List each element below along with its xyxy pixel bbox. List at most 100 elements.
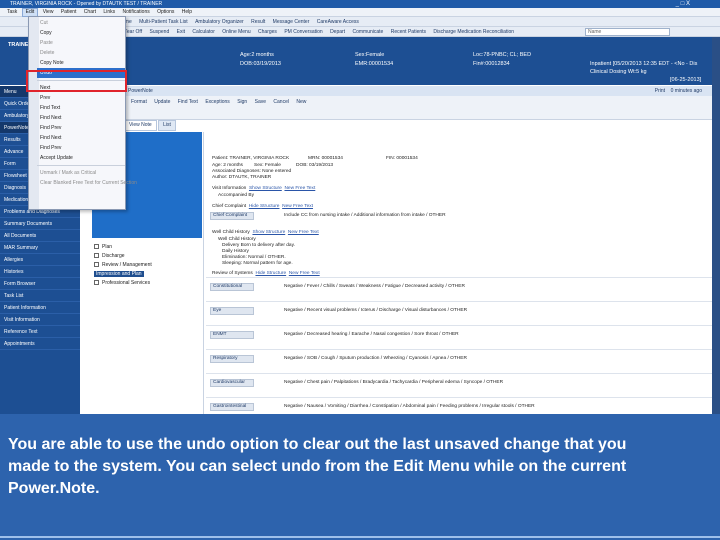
ros-label-field[interactable]: Gastrointestinal [210, 403, 254, 411]
nav-item-task-list[interactable]: Task List [0, 290, 80, 302]
menu-options[interactable]: Options [154, 8, 177, 17]
toolbar-med-rec[interactable]: Discharge Medication Reconciliation [430, 27, 517, 37]
minimize-button[interactable]: _ [676, 1, 679, 7]
ros-label-field[interactable]: ENMT [210, 331, 254, 339]
nav-item-reference-text[interactable]: Reference Text [0, 326, 80, 338]
template-label: Review / Management [102, 262, 152, 268]
format-button[interactable]: Format [128, 96, 150, 108]
toolbar-result[interactable]: Result [248, 17, 268, 27]
new-free-text-link[interactable]: New Free Text [289, 271, 320, 276]
template-discharge[interactable]: Discharge [94, 253, 125, 259]
toolbar-message-center[interactable]: Message Center [270, 17, 313, 27]
close-button[interactable]: X [686, 1, 690, 7]
ros-row[interactable]: Respiratory Negative / SOB / Cough / Spu… [206, 349, 712, 368]
window-controls[interactable]: _ □ X [676, 0, 690, 8]
menu-item-mark-critical[interactable]: Unmark / Mark as Critical [37, 168, 125, 178]
nav-item-allergies[interactable]: Allergies [0, 254, 80, 266]
nav-item-visit-information[interactable]: Visit Information [0, 314, 80, 326]
toolbar-suspend[interactable]: Suspend [146, 27, 172, 37]
toolbar-depart[interactable]: Depart [327, 27, 348, 37]
template-checkbox[interactable] [94, 244, 99, 250]
menu-item-cut[interactable]: Cut [37, 18, 125, 28]
menu-item-paste[interactable]: Paste [37, 38, 125, 48]
ros-label-field[interactable]: Cardiovascular [210, 379, 254, 387]
menu-item-copy[interactable]: Copy [37, 28, 125, 38]
menu-item-prev[interactable]: Prev [37, 93, 125, 103]
ros-row[interactable]: Eye Negative / Recent visual problems / … [206, 301, 712, 320]
ros-label-field[interactable]: Respiratory [210, 355, 254, 363]
toolbar-communicate[interactable]: Communicate [349, 27, 386, 37]
sign-button[interactable]: Sign [234, 96, 250, 108]
new-free-text-link[interactable]: New Free Text [288, 230, 319, 235]
menu-item-find-next[interactable]: Find Next [37, 113, 125, 123]
window-title-bar: TRAINER, VIRGINIA ROCK - Opened by DTAUT… [0, 0, 720, 8]
menu-item-delete[interactable]: Delete [37, 48, 125, 58]
menu-help[interactable]: Help [179, 8, 195, 17]
cancel-button[interactable]: Cancel [270, 96, 292, 108]
nav-item-mar-summary[interactable]: MAR Summary [0, 242, 80, 254]
note-patient: Patient: TRAINER, VIRGINIA ROCK [212, 156, 290, 161]
toolbar-recent-patients[interactable]: Recent Patients [388, 27, 429, 37]
caption-line-3: Power.Note. [8, 480, 100, 497]
template-review[interactable]: Review / Management [94, 262, 152, 268]
ros-row[interactable]: Gastrointestinal Negative / Nausea / Vom… [206, 397, 712, 414]
ros-label-field[interactable]: Constitutional [210, 283, 254, 291]
hide-structure-link[interactable]: Hide Structure [249, 204, 280, 209]
hide-structure-link[interactable]: Hide Structure [255, 271, 286, 276]
menu-item-find-prev-2[interactable]: Find Prev [37, 143, 125, 153]
patient-search-input[interactable]: Name [585, 28, 670, 36]
ros-row[interactable]: Constitutional Negative / Fever / Chills… [206, 277, 712, 296]
template-professional[interactable]: Professional Services [94, 280, 150, 286]
new-free-text-link[interactable]: New Free Text [284, 186, 315, 191]
show-structure-link[interactable]: Show Structure [252, 230, 285, 235]
update-button[interactable]: Update [151, 96, 173, 108]
vertical-scrollbar[interactable] [712, 37, 720, 414]
nav-item-histories[interactable]: Histories [0, 266, 80, 278]
ros-label-field[interactable]: Eye [210, 307, 254, 315]
toolbar-ambulatory[interactable]: Ambulatory Organizer [192, 17, 247, 27]
save-button[interactable]: Save [252, 96, 269, 108]
tab-view-note[interactable]: View Note [124, 120, 157, 131]
nav-item-all-documents[interactable]: All Documents [0, 230, 80, 242]
ros-text: Negative / SOB / Cough / Sputum producti… [284, 356, 467, 361]
powernote-header-actions: Print 0 minutes ago [655, 86, 702, 96]
menu-item-copy-note[interactable]: Copy Note [37, 58, 125, 68]
menu-task[interactable]: Task [4, 8, 20, 17]
note-author: Author: DTAUTK, TRAINER [212, 175, 272, 180]
menu-item-find-next-2[interactable]: Find Next [37, 133, 125, 143]
template-label: Plan [102, 244, 113, 250]
template-checkbox[interactable] [94, 280, 99, 286]
template-plan[interactable]: Plan [94, 244, 112, 250]
toolbar-charges[interactable]: Charges [255, 27, 280, 37]
menu-item-find-text[interactable]: Find Text [37, 103, 125, 113]
toolbar-pm-conversation[interactable]: PM Conversation [281, 27, 325, 37]
nav-item-patient-information[interactable]: Patient Information [0, 302, 80, 314]
tab-list[interactable]: List [158, 120, 176, 131]
show-structure-link[interactable]: Show Structure [249, 186, 282, 191]
menu-item-find-prev[interactable]: Find Prev [37, 123, 125, 133]
template-label: Discharge [102, 253, 125, 259]
toolbar-calculator[interactable]: Calculator [189, 27, 218, 37]
maximize-button[interactable]: □ [681, 1, 685, 7]
toolbar-task-list[interactable]: Multi-Patient Task List [136, 17, 191, 27]
chief-complaint-field[interactable]: Chief Complaint [210, 212, 254, 220]
ros-row[interactable]: Cardiovascular Negative / Chest pain / P… [206, 373, 712, 392]
nav-item-appointments[interactable]: Appointments [0, 338, 80, 350]
ros-label: Review of Systems [212, 271, 253, 276]
template-checkbox[interactable] [94, 253, 99, 259]
new-button[interactable]: New [293, 96, 309, 108]
menu-item-accept-update[interactable]: Accept Update [37, 153, 125, 163]
template-checkbox[interactable] [94, 262, 99, 268]
print-button[interactable]: Print [655, 88, 665, 94]
toolbar-exit[interactable]: Exit [174, 27, 188, 37]
toolbar-careaware[interactable]: CareAware Access [314, 17, 362, 27]
find-text-button[interactable]: Find Text [175, 96, 201, 108]
nav-item-form-browser[interactable]: Form Browser [0, 278, 80, 290]
new-free-text-link[interactable]: New Free Text [282, 204, 313, 209]
exceptions-button[interactable]: Exceptions [202, 96, 232, 108]
template-impression[interactable]: Impression and Plan [94, 271, 144, 277]
ros-row[interactable]: ENMT Negative / Decreased hearing / Eara… [206, 325, 712, 344]
menu-item-clear-free-text[interactable]: Clear Blanked Free Text for Current Sect… [37, 178, 137, 188]
nav-item-summary-documents[interactable]: Summary Documents [0, 218, 80, 230]
toolbar-online-menu[interactable]: Online Menu [219, 27, 253, 37]
